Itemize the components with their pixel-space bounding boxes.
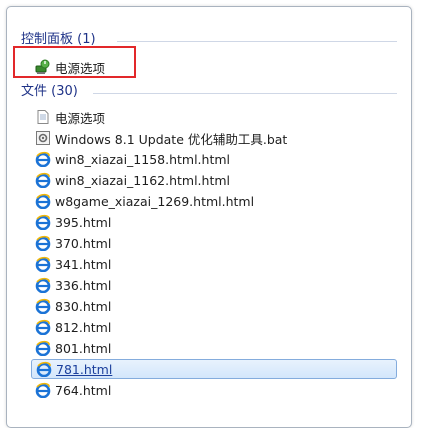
file-result-label: 电源选项 bbox=[55, 110, 106, 126]
file-result-item[interactable]: 370.html bbox=[31, 233, 397, 253]
file-result-item[interactable]: 812.html bbox=[31, 317, 397, 337]
file-result-item[interactable]: 801.html bbox=[31, 338, 397, 358]
file-result-item[interactable]: 764.html bbox=[31, 380, 397, 400]
file-result-item[interactable]: win8_xiazai_1158.html.html bbox=[31, 149, 397, 169]
file-result-item[interactable]: 336.html bbox=[31, 275, 397, 295]
file-result-label: win8_xiazai_1158.html.html bbox=[55, 151, 230, 167]
file-result-item[interactable]: 830.html bbox=[31, 296, 397, 316]
red-highlight-box bbox=[13, 46, 136, 78]
file-result-label: 801.html bbox=[55, 340, 112, 356]
file-result-label: 812.html bbox=[55, 319, 112, 335]
ie-icon bbox=[35, 298, 51, 315]
file-result-label: 781.html bbox=[56, 361, 113, 377]
ie-icon bbox=[35, 172, 51, 189]
group-header-files[interactable]: 文件 (30) bbox=[21, 83, 78, 101]
file-result-item[interactable]: 电源选项 bbox=[31, 107, 397, 127]
ie-icon bbox=[35, 151, 51, 168]
file-result-label: win8_xiazai_1162.html.html bbox=[55, 172, 230, 188]
ie-icon bbox=[35, 193, 51, 210]
batch-file-icon bbox=[35, 130, 51, 146]
file-result-item[interactable]: 395.html bbox=[31, 212, 397, 232]
ie-icon bbox=[36, 361, 52, 378]
file-result-label: 336.html bbox=[55, 277, 112, 293]
file-result-label: 395.html bbox=[55, 214, 112, 230]
ie-icon bbox=[35, 277, 51, 294]
file-result-item[interactable]: 781.html bbox=[31, 359, 397, 379]
document-icon bbox=[35, 109, 51, 125]
file-result-label: 830.html bbox=[55, 298, 112, 314]
file-result-item[interactable]: Windows 8.1 Update 优化辅助工具.bat bbox=[31, 128, 397, 148]
group-divider bbox=[117, 41, 397, 42]
ie-icon bbox=[35, 214, 51, 231]
ie-icon bbox=[35, 256, 51, 273]
file-result-label: 370.html bbox=[55, 235, 112, 251]
ie-icon bbox=[35, 382, 51, 399]
file-result-item[interactable]: win8_xiazai_1162.html.html bbox=[31, 170, 397, 190]
file-result-label: w8game_xiazai_1269.html.html bbox=[55, 193, 255, 209]
ie-icon bbox=[35, 340, 51, 357]
ie-icon bbox=[35, 235, 51, 252]
group-divider bbox=[93, 93, 397, 94]
ie-icon bbox=[35, 319, 51, 336]
file-result-item[interactable]: 341.html bbox=[31, 254, 397, 274]
file-result-item[interactable]: w8game_xiazai_1269.html.html bbox=[31, 191, 397, 211]
file-result-label: 341.html bbox=[55, 256, 112, 272]
file-result-label: Windows 8.1 Update 优化辅助工具.bat bbox=[55, 131, 288, 147]
file-result-label: 764.html bbox=[55, 382, 112, 398]
